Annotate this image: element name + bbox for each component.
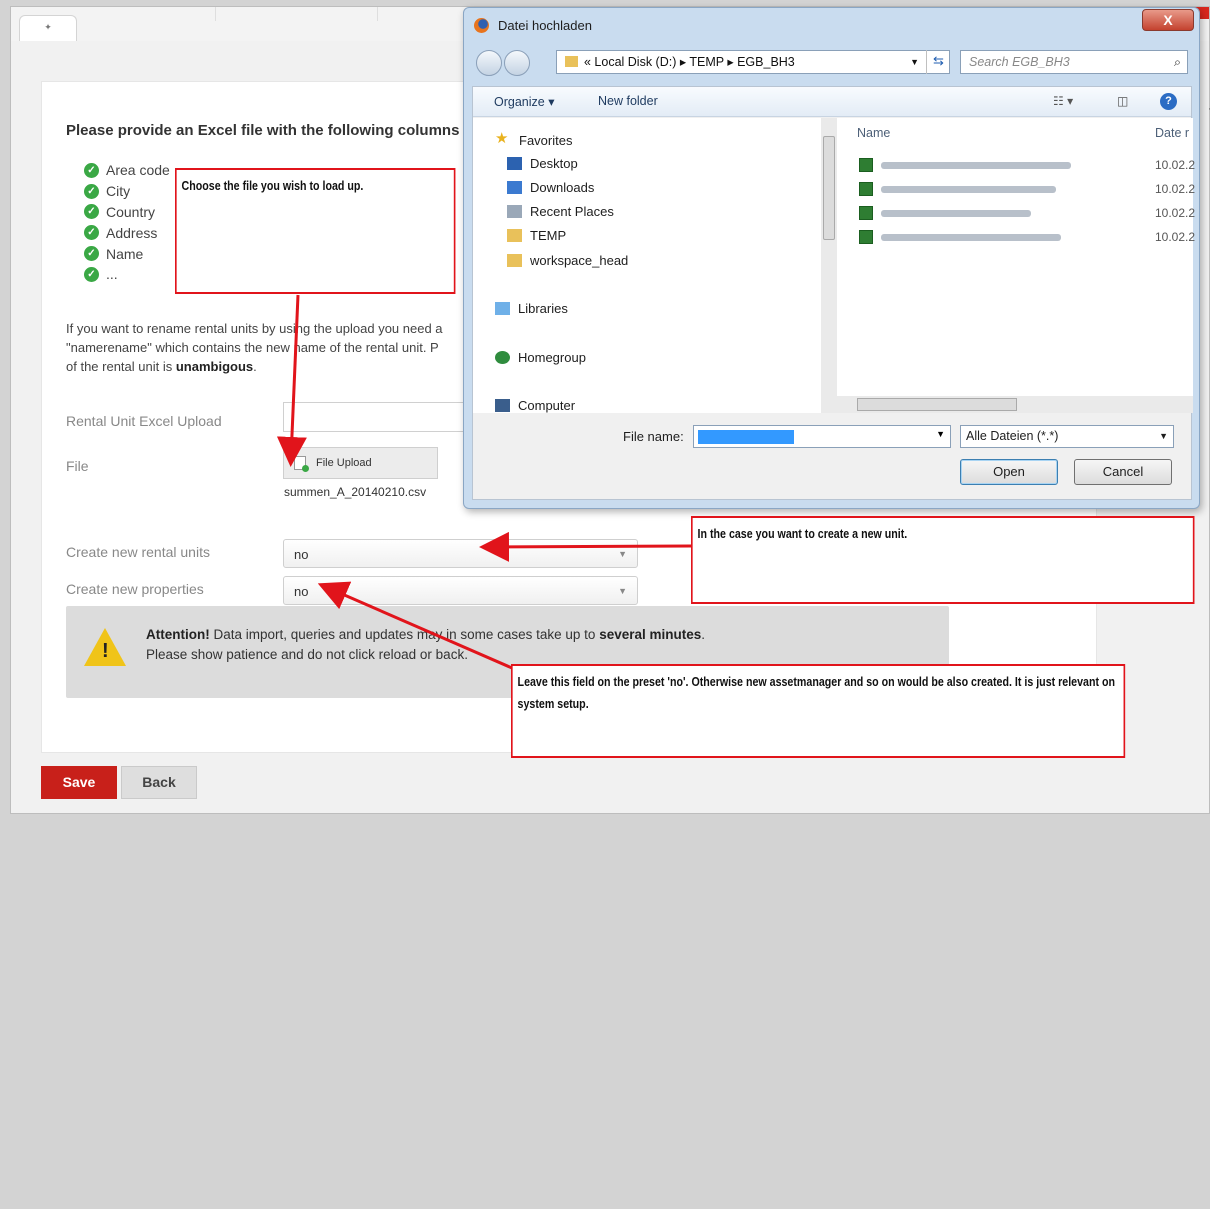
arrow-to-file-upload [276,294,307,467]
annotation-arrows [276,294,692,670]
arrow-to-create-properties [317,581,513,670]
arrow-to-create-units [479,531,692,562]
